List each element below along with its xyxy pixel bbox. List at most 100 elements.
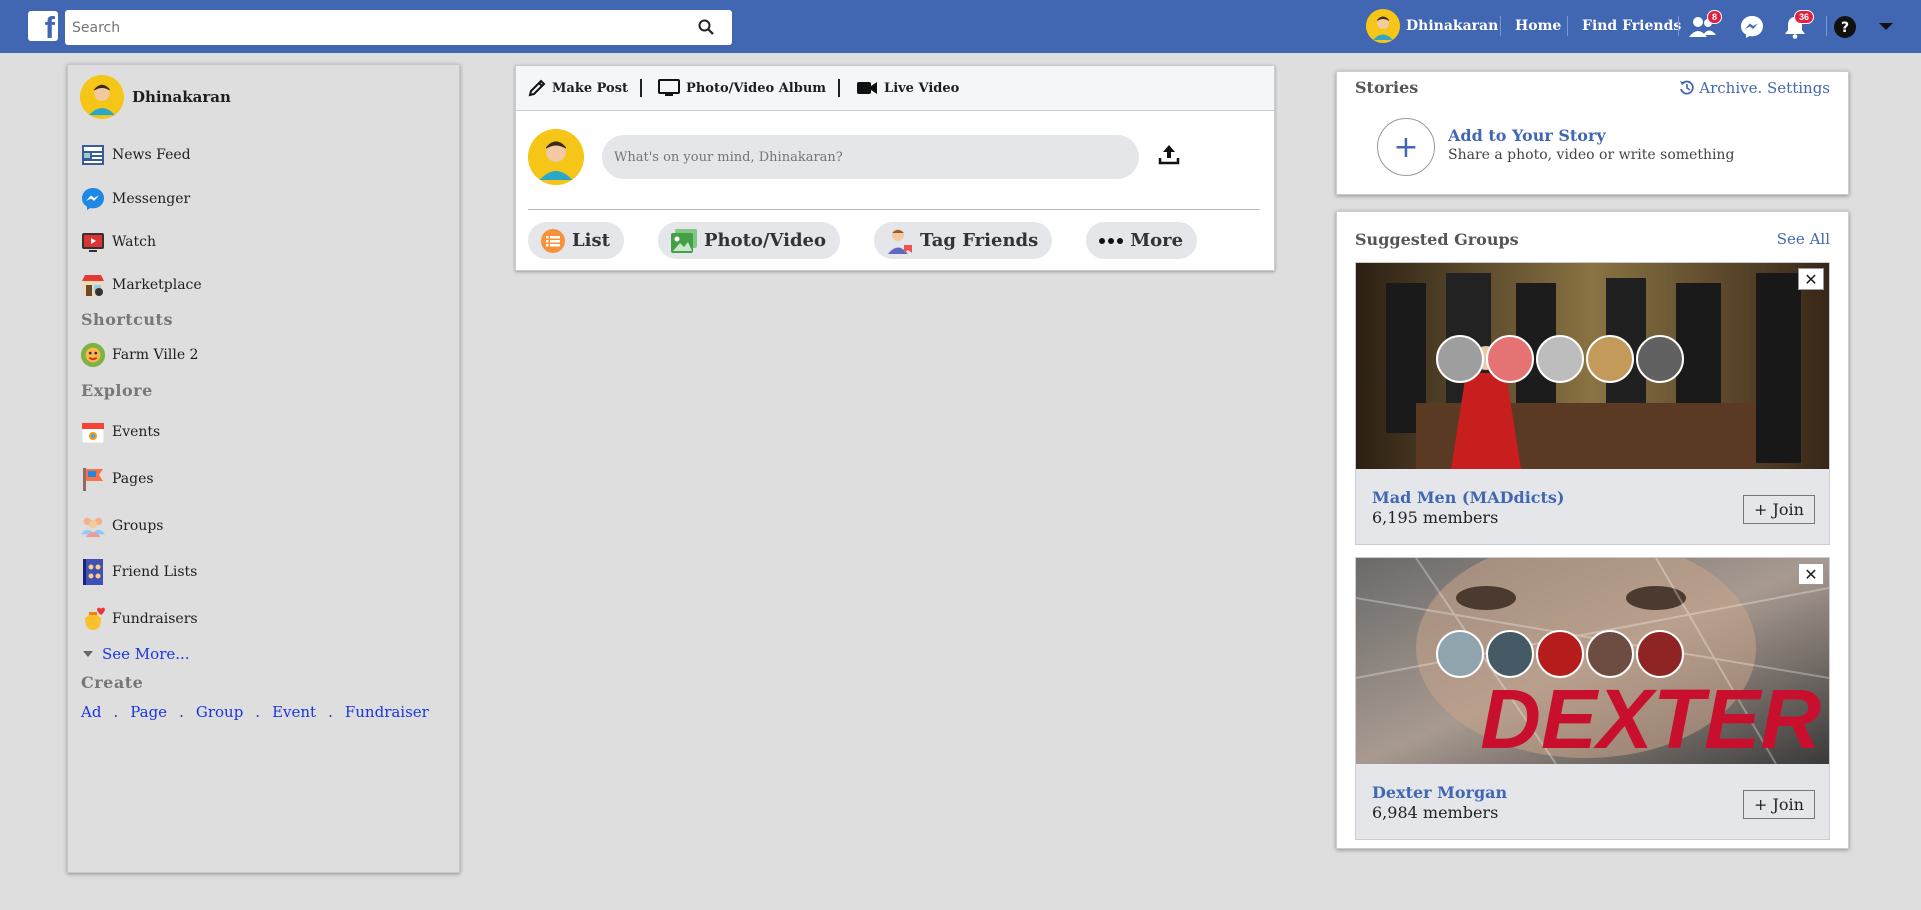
create-ad-link[interactable]: Ad [81,703,101,721]
see-all-link[interactable]: See All [1777,230,1830,248]
sidebar-item-label: News Feed [112,147,191,163]
profile-name: Dhinakaran [1406,18,1499,34]
friend-requests-badge: 8 [1706,10,1722,24]
composer-divider [528,209,1260,210]
list-button[interactable]: List [528,222,624,259]
news-feed-icon [80,142,106,168]
join-group-button[interactable]: + Join [1743,495,1815,524]
tab-label: Make Post [552,80,629,96]
list-icon [541,228,565,253]
tab-live-video[interactable]: Live Video [852,80,971,96]
archive-settings-label: Archive. Settings [1699,79,1830,97]
sidebar-item-news-feed[interactable]: News Feed [80,142,191,168]
archive-settings-link[interactable]: Archive. Settings [1679,79,1830,97]
sidebar-item-label: Farm Ville 2 [112,347,199,363]
status-input[interactable] [602,135,1139,179]
create-heading: Create [81,673,144,692]
pencil-icon [528,79,546,97]
nav-separator [1678,16,1679,36]
member-avatars [1436,335,1684,383]
join-group-button[interactable]: + Join [1743,790,1815,819]
pages-icon [80,466,106,492]
sidebar-item-label: Groups [112,518,164,534]
tag-friends-button[interactable]: Tag Friends [874,222,1053,259]
create-page-link[interactable]: Page [130,703,167,721]
more-label: More [1130,230,1184,251]
add-story-subtitle: Share a photo, video or write something [1448,147,1735,163]
sidebar-profile[interactable]: Dhinakaran [80,75,231,119]
link-separator: . [328,703,333,721]
home-link[interactable]: Home [1515,18,1561,34]
sidebar-item-label: Fundraisers [112,611,198,627]
create-fundraiser-link[interactable]: Fundraiser [345,703,429,721]
sidebar-item-label: Pages [112,471,154,487]
video-camera-icon [857,82,878,94]
group-cover-image[interactable]: DEXTER [1356,558,1829,764]
more-button[interactable]: More [1086,222,1198,259]
member-avatar [1636,630,1684,678]
dismiss-group-button[interactable]: ✕ [1798,268,1824,290]
notifications-badge: 36 [1793,10,1814,24]
user-avatar-icon [80,75,124,119]
account-menu-button[interactable] [1871,12,1901,42]
dexter-logo-text: DEXTER [1480,672,1821,764]
facebook-logo[interactable]: f [28,11,58,41]
photo-video-button[interactable]: Photo/Video [657,222,841,259]
close-icon: ✕ [1804,269,1818,289]
group-name[interactable]: Mad Men (MADdicts) [1372,488,1564,507]
member-avatar [1436,335,1484,383]
create-links: Ad . Page . Group . Event . Fundraiser [81,703,429,721]
messenger-icon [1741,16,1763,38]
stories-heading: Stories [1355,78,1419,97]
member-avatar [1486,630,1534,678]
suggested-groups-heading: Suggested Groups [1355,230,1519,249]
sidebar-item-events[interactable]: Events [80,419,160,445]
group-name[interactable]: Dexter Morgan [1372,783,1507,802]
facebook-logo-letter: f [44,11,55,41]
create-event-link[interactable]: Event [272,703,316,721]
help-button[interactable]: ? [1830,12,1860,42]
search-icon[interactable] [698,19,714,39]
sidebar-item-farm-ville-2[interactable]: Farm Ville 2 [80,342,198,368]
messenger-button[interactable] [1737,12,1767,42]
profile-link[interactable]: Dhinakaran [1366,8,1498,44]
member-avatar [1436,630,1484,678]
tab-photo-video-album[interactable]: Photo/Video Album [654,79,838,97]
left-sidebar: Dhinakaran News Feed Messenger Watch Mar… [67,64,460,873]
member-avatar [1586,335,1634,383]
sidebar-item-fundraisers[interactable]: Fundraisers [80,606,198,632]
search-input[interactable] [65,10,665,45]
marketplace-icon [80,272,106,298]
nav-separator [1567,16,1568,36]
sidebar-item-label: Marketplace [112,277,202,293]
sidebar-item-messenger[interactable]: Messenger [80,186,190,212]
see-more-link[interactable]: See More... [82,645,190,663]
find-friends-link[interactable]: Find Friends [1582,18,1681,34]
sidebar-item-watch[interactable]: Watch [80,229,156,255]
add-story-title[interactable]: Add to Your Story [1448,126,1606,145]
upload-icon[interactable] [1157,143,1181,171]
sidebar-item-groups[interactable]: Groups [80,513,163,539]
help-icon: ? [1834,16,1856,38]
notifications-button[interactable]: 36 [1780,10,1814,42]
list-label: List [572,230,610,251]
link-separator: . [179,703,184,721]
composer-body [528,129,1181,185]
sidebar-item-marketplace[interactable]: Marketplace [80,272,202,298]
fundraisers-icon [80,606,106,632]
sidebar-item-friend-lists[interactable]: Friend Lists [80,559,197,585]
friend-requests-button[interactable]: 8 [1688,10,1722,42]
dismiss-group-button[interactable]: ✕ [1798,563,1824,585]
sidebar-item-label: Events [112,424,161,440]
member-avatars [1436,630,1684,678]
monitor-icon [658,79,681,96]
member-avatar [1586,630,1634,678]
group-member-count: 6,984 members [1372,803,1499,822]
composer-actions: List Photo/Video Tag Friends More [528,222,1198,259]
create-group-link[interactable]: Group [196,703,243,721]
group-cover-image[interactable] [1356,263,1829,469]
tab-make-post[interactable]: Make Post [524,79,640,97]
sidebar-item-pages[interactable]: Pages [80,466,154,492]
chevron-down-icon [83,651,93,657]
add-story-button[interactable]: + [1377,118,1435,176]
